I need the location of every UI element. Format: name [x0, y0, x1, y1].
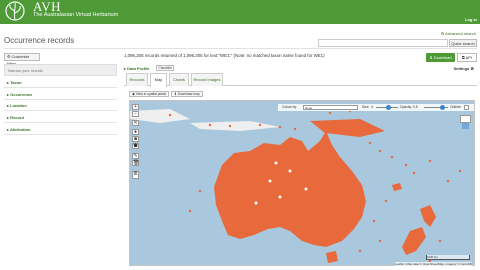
tab-record-images[interactable]: Record images — [191, 73, 223, 86]
api-label: API — [465, 55, 473, 60]
outline-label: Outline: — [450, 105, 462, 109]
login-link[interactable]: Log in — [465, 17, 477, 22]
zoom-out-button[interactable]: − — [132, 111, 139, 117]
colour-by-select[interactable]: None — [303, 105, 358, 110]
tab-records[interactable]: Records — [126, 73, 148, 86]
data-profile-label: Data Profile — [127, 66, 150, 71]
advanced-search-link[interactable]: ⚙ Advanced search — [441, 31, 476, 36]
reset-view-icon[interactable]: ✕ — [132, 120, 139, 126]
edit-layer-icon[interactable]: ✎ — [132, 153, 139, 159]
download-map-button[interactable]: ⬇ Download map — [171, 91, 203, 97]
layers-icon[interactable]: ≣ — [132, 171, 139, 179]
results-summary: 1,096,205 records returned of 1,096,205 … — [124, 53, 325, 58]
list-icon — [462, 123, 469, 129]
avh-logo-icon[interactable] — [4, 1, 26, 21]
draw-circle-icon[interactable]: ● — [132, 129, 139, 135]
tab-charts[interactable]: Charts — [169, 73, 189, 86]
zoom-in-button[interactable]: + — [132, 104, 139, 110]
size-value: 4 — [371, 105, 373, 109]
outline-checkbox[interactable] — [464, 105, 469, 110]
settings-label: Settings — [453, 66, 470, 71]
view-spatial-portal-button[interactable]: ◉ View in spatial portal — [129, 91, 169, 97]
facet-attribution[interactable]: ▸ Attribution — [4, 124, 117, 135]
facet-label: Attribution — [9, 127, 31, 132]
download-button[interactable]: ⬇ Download — [426, 53, 455, 62]
facet-record[interactable]: ▸ Record — [4, 112, 117, 123]
land-indonesia — [190, 121, 280, 131]
map-canvas[interactable] — [130, 101, 475, 266]
land-png — [310, 119, 385, 137]
facet-label: Taxon — [10, 80, 22, 85]
checklist-select[interactable]: Checklist — [156, 65, 174, 71]
search-input[interactable] — [318, 39, 448, 47]
facet-label: Occurrence — [10, 92, 33, 97]
draw-rectangle-icon[interactable]: ■ — [132, 136, 139, 142]
colour-by-label: Colour by: — [282, 105, 298, 109]
data-profile-toggle[interactable]: ▸ Data Profile — [124, 66, 149, 71]
quick-search-button[interactable]: Quick search — [449, 39, 477, 47]
land-asia — [130, 109, 190, 123]
download-map-label: Download map — [177, 92, 200, 96]
land-australia — [214, 131, 366, 247]
opacity-value: 0.8 — [413, 105, 418, 109]
land-nz-north — [420, 205, 436, 227]
facet-taxon[interactable]: ▸ Taxon — [4, 77, 117, 88]
refine-results-heading: Narrow your results — [4, 64, 117, 76]
delete-layer-icon[interactable]: 🗑 — [132, 160, 139, 166]
site-header: AVH The Australasian Virtual Herbarium L… — [0, 0, 480, 24]
settings-menu[interactable]: Settings ⚙ — [454, 66, 475, 71]
facet-occurrence[interactable]: ▸ Occurrence — [4, 89, 117, 100]
divider — [4, 48, 477, 49]
opacity-label: Opacity: — [400, 105, 413, 109]
land-new-caledonia — [392, 183, 402, 191]
advanced-search-label: Advanced search — [445, 31, 476, 36]
facet-label: Location — [10, 103, 27, 108]
occurrence-map[interactable] — [129, 100, 475, 266]
gear-icon: ⚙ — [470, 66, 474, 71]
tab-map[interactable]: Map — [150, 73, 167, 87]
map-scale: 1000 km — [426, 255, 470, 260]
legend-toggle-icon[interactable] — [460, 115, 471, 129]
result-tabs: Records Map Charts Record images — [124, 73, 477, 87]
page-title: Occurrence records — [4, 36, 75, 45]
size-label: Size: — [362, 105, 370, 109]
land-tasmania — [326, 251, 338, 263]
draw-polygon-icon[interactable]: ⬟ — [132, 143, 139, 149]
view-spatial-label: View in spatial portal — [135, 92, 166, 96]
facet-location[interactable]: ▸ Location — [4, 100, 117, 111]
size-slider-handle[interactable] — [386, 105, 391, 110]
site-subtitle: The Australasian Virtual Herbarium — [33, 12, 119, 18]
download-label: Download — [433, 55, 452, 60]
api-button[interactable]: ⧉ API — [457, 53, 477, 62]
land-nz-south — [402, 227, 426, 255]
facet-label: Record — [10, 115, 24, 120]
opacity-slider-handle[interactable] — [440, 105, 445, 110]
customise-filters-button[interactable]: ⚙ Customise filters — [4, 53, 40, 66]
map-attribution[interactable]: Leaflet | Map data © OpenStreetMap, imag… — [395, 262, 472, 266]
